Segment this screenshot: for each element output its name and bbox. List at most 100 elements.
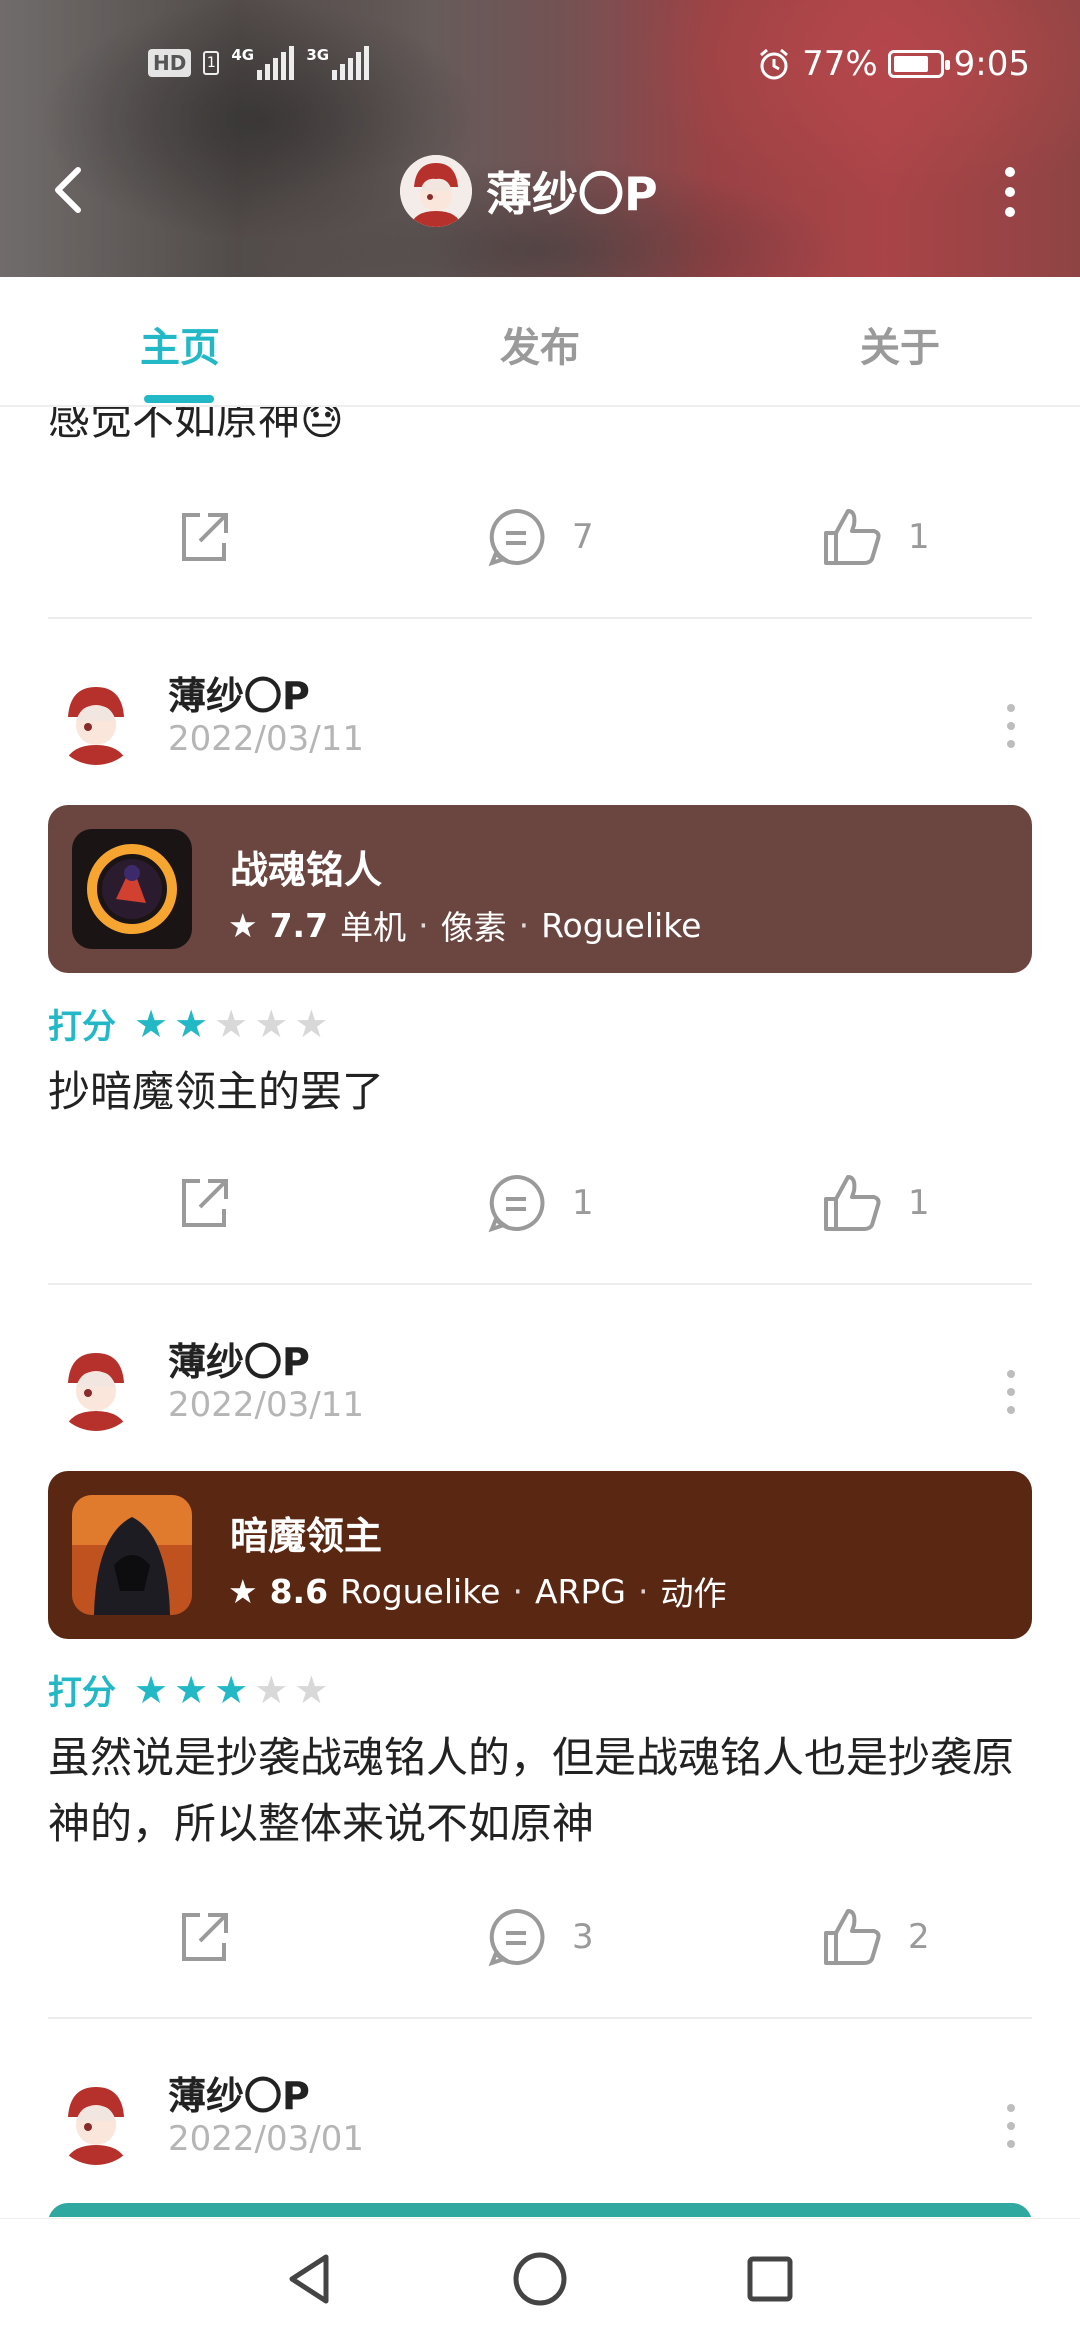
game-flame-logo-icon [72, 829, 192, 949]
like-button[interactable]: 2 [820, 1905, 930, 1969]
like-count: 2 [908, 1917, 930, 1957]
share-icon [182, 513, 228, 561]
comment-count: 3 [572, 1917, 594, 1957]
rating-row: 打分 ★ ★ ★ ★ ★ [48, 1665, 334, 1714]
like-button[interactable]: 1 [820, 505, 930, 569]
divider [48, 2017, 1032, 2019]
nav-back-triangle-icon[interactable] [280, 2249, 340, 2309]
comment-button[interactable]: 1 [484, 1171, 594, 1235]
post-text[interactable]: 抄暗魔领主的罢了 [48, 1059, 1038, 1125]
post-header: 薄纱〇P 2022/03/11 [0, 665, 1080, 785]
thumbs-up-icon [824, 1175, 881, 1231]
star-icon: ★ [214, 1001, 249, 1046]
rating-stars: ★ ★ ★ ★ ★ [134, 1668, 334, 1712]
game-card[interactable]: 战魂铭人 ★ 7.7 单机 · 像素 · Roguelike [48, 805, 1032, 973]
profile-title: 薄纱〇P [400, 155, 658, 227]
avatar-image-icon [52, 677, 140, 765]
more-vertical-icon[interactable] [1004, 1367, 1018, 1417]
game-meta: ★ 8.6 Roguelike · ARPG · 动作 [228, 1567, 726, 1615]
game-icon [72, 829, 192, 949]
game-card[interactable]: 暗魔领主 ★ 8.6 Roguelike · ARPG · 动作 [48, 1471, 1032, 1639]
divider [48, 617, 1032, 619]
more-vertical-icon[interactable] [1004, 2101, 1018, 2151]
comment-icon [488, 508, 545, 567]
post-actions: 3 2 [0, 1905, 1080, 1985]
top-bar: 薄纱〇P [0, 140, 1080, 240]
star-icon: ★ [174, 1001, 209, 1046]
post-date: 2022/03/11 [168, 719, 364, 759]
more-vertical-icon[interactable] [1000, 164, 1020, 220]
post-feed[interactable]: 感觉不如原神😓 7 1 薄纱〇P 2022/03/11 战魂铭人 ★ 7.7 单… [0, 407, 1080, 2217]
game-score: 7.7 [269, 905, 329, 945]
star-icon: ★ [254, 1667, 289, 1712]
battery-icon [887, 50, 950, 78]
post-actions: 7 1 [0, 505, 1080, 585]
share-icon [182, 1179, 228, 1227]
share-button[interactable] [172, 1905, 236, 1969]
game-name: 战魂铭人 [230, 848, 383, 892]
page-title: 薄纱〇P [486, 167, 658, 221]
share-button[interactable] [172, 505, 236, 569]
username[interactable]: 薄纱〇P [168, 665, 310, 720]
comment-count: 7 [572, 517, 594, 557]
game-tag: 动作 [660, 1574, 727, 1613]
star-icon: ★ [294, 1001, 329, 1046]
avatar[interactable] [52, 1343, 140, 1431]
game-tag: 像素 [440, 908, 507, 947]
profile-header: HD 1 4G 3G 77% 9:05 薄纱〇P [0, 0, 1080, 277]
battery-percent: 77% [802, 44, 878, 84]
more-vertical-icon[interactable] [1004, 701, 1018, 751]
game-tag: 单机 [340, 908, 407, 947]
rating-label: 打分 [48, 1673, 116, 1713]
game-tag: Roguelike [340, 1571, 501, 1611]
back-arrow-icon[interactable] [40, 160, 100, 220]
game-card[interactable] [48, 2203, 1032, 2217]
like-button[interactable]: 1 [820, 1171, 930, 1235]
tab-posts[interactable]: 发布 [440, 315, 640, 373]
hd-badge: HD [148, 49, 192, 77]
game-hooded-figure-icon [72, 1495, 192, 1615]
signal-3g-icon: 3G [306, 46, 370, 80]
share-icon [182, 1913, 228, 1961]
avatar[interactable] [52, 2077, 140, 2165]
avatar-image-icon [52, 2077, 140, 2165]
post-text[interactable]: 虽然说是抄袭战魂铭人的，但是战魂铭人也是抄袭原神的，所以整体来说不如原神 [48, 1725, 1038, 1857]
tab-home[interactable]: 主页 [80, 315, 280, 373]
comment-icon [488, 1174, 545, 1233]
game-meta: ★ 7.7 单机 · 像素 · Roguelike [228, 901, 701, 949]
divider [48, 1283, 1032, 1285]
tab-about[interactable]: 关于 [800, 315, 1000, 373]
app-screen: HD 1 4G 3G 77% 9:05 薄纱〇P 主页 发布 关于 感觉不如原神… [0, 0, 1080, 2340]
comment-button[interactable]: 7 [484, 505, 594, 569]
separator-dot: · [418, 905, 429, 945]
game-tag: Roguelike [541, 905, 702, 945]
post-text[interactable]: 感觉不如原神😓 [48, 407, 1038, 453]
clock: 9:05 [953, 44, 1030, 84]
star-icon: ★ [174, 1667, 209, 1712]
rating-label: 打分 [48, 1007, 116, 1047]
nav-home-circle-icon[interactable] [510, 2249, 570, 2309]
game-icon [72, 1495, 192, 1615]
tab-bar: 主页 发布 关于 [0, 277, 1080, 407]
game-name: 暗魔领主 [230, 1514, 383, 1558]
status-left: HD 1 4G 3G [148, 46, 370, 80]
avatar[interactable] [400, 155, 472, 227]
separator-dot: · [512, 1571, 523, 1611]
status-right: 77% 9:05 [756, 44, 1030, 84]
avatar-image-icon [52, 1343, 140, 1431]
nav-recents-square-icon[interactable] [740, 2249, 800, 2309]
like-count: 1 [908, 1183, 930, 1223]
rating-row: 打分 ★ ★ ★ ★ ★ [48, 999, 334, 1048]
like-count: 1 [908, 517, 930, 557]
status-bar: HD 1 4G 3G 77% 9:05 [0, 40, 1080, 96]
star-icon: ★ [214, 1667, 249, 1712]
username[interactable]: 薄纱〇P [168, 2065, 310, 2120]
star-icon: ★ [134, 1001, 169, 1046]
share-button[interactable] [172, 1171, 236, 1235]
avatar[interactable] [52, 677, 140, 765]
username[interactable]: 薄纱〇P [168, 1331, 310, 1386]
thumbs-up-icon [824, 1909, 881, 1965]
star-icon: ★ [254, 1001, 289, 1046]
star-icon: ★ [134, 1667, 169, 1712]
comment-button[interactable]: 3 [484, 1905, 594, 1969]
